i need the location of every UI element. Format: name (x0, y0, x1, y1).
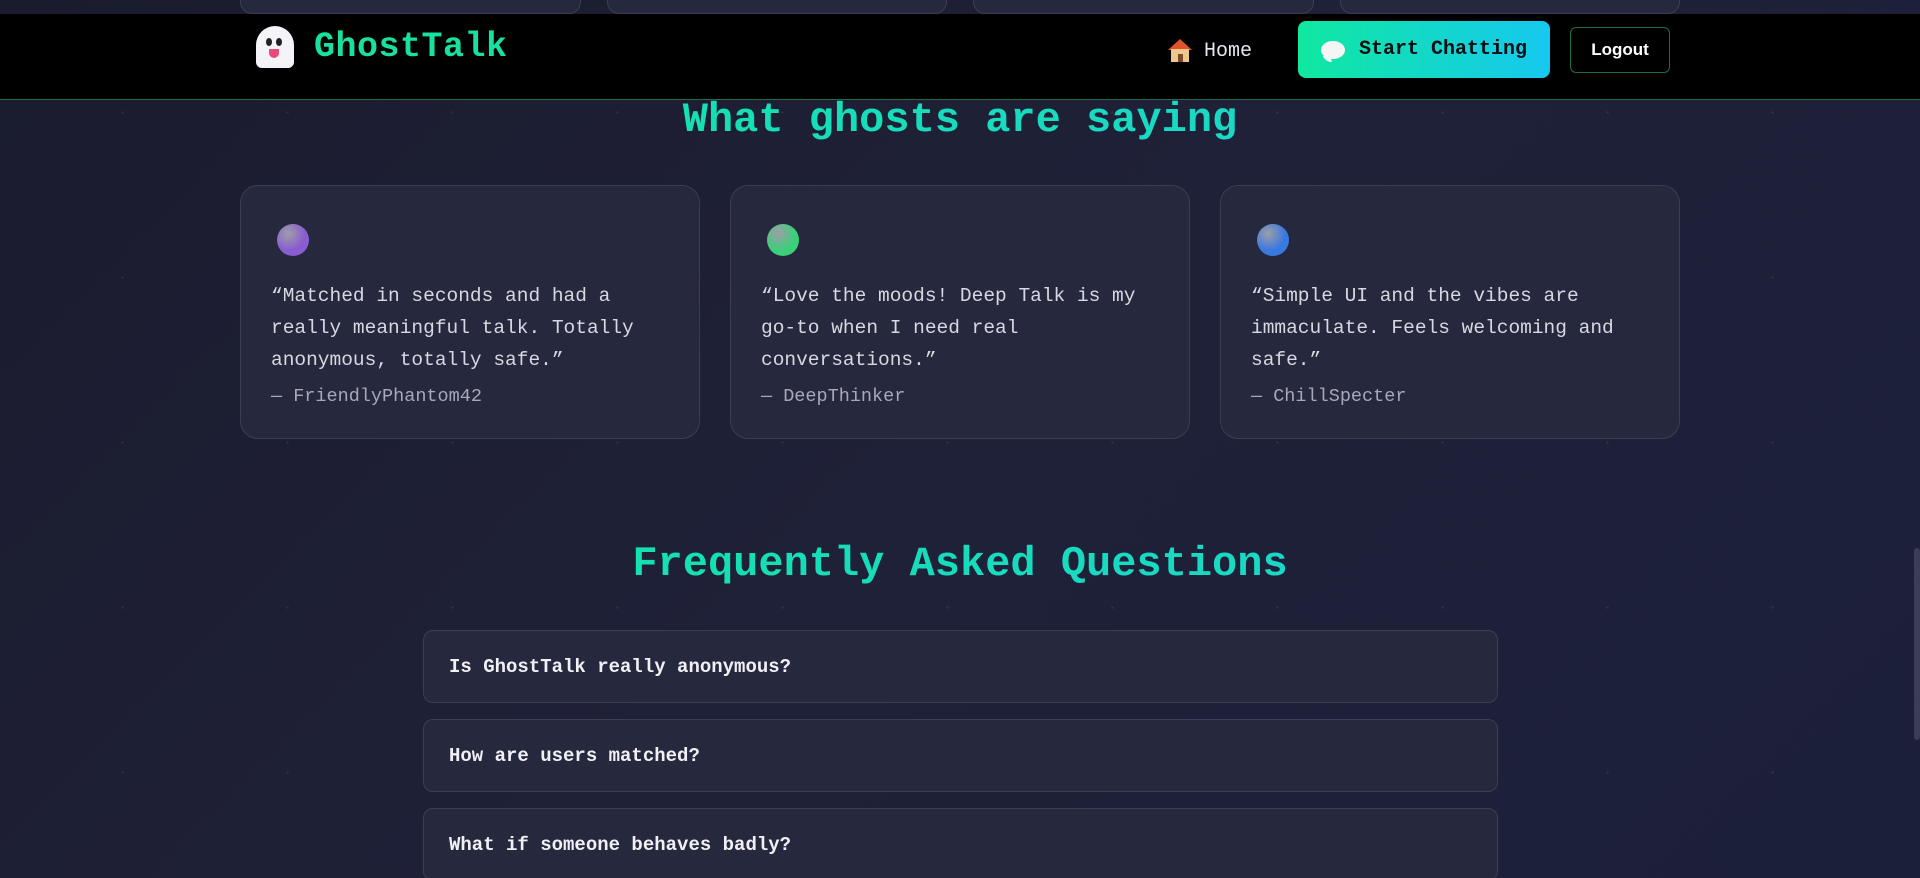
start-chatting-button[interactable]: Start Chatting (1298, 21, 1550, 78)
testimonial-card: “Love the moods! Deep Talk is my go-to w… (730, 185, 1190, 439)
house-icon (1168, 39, 1192, 63)
brand-logo[interactable]: GhostTalk (254, 24, 508, 70)
faq-question[interactable]: How are users matched? (423, 719, 1498, 792)
testimonial-quote: “Matched in seconds and had a really mea… (271, 285, 634, 371)
testimonial-card: “Matched in seconds and had a really mea… (240, 185, 700, 439)
partial-card (606, 0, 947, 14)
faq-list: Is GhostTalk really anonymous? How are u… (423, 630, 1498, 878)
faq-question[interactable]: Is GhostTalk really anonymous? (423, 630, 1498, 703)
testimonials-title: What ghosts are saying (0, 96, 1920, 144)
nav-home-link[interactable]: Home (1168, 36, 1252, 66)
faq-title: Frequently Asked Questions (0, 540, 1920, 588)
testimonial-card: “Simple UI and the vibes are immaculate.… (1220, 185, 1680, 439)
partial-card (240, 0, 581, 14)
testimonial-author: — FriendlyPhantom42 (271, 386, 482, 407)
testimonial-author: — ChillSpecter (1251, 386, 1407, 407)
partial-card (973, 0, 1314, 14)
nav-home-label: Home (1204, 39, 1253, 63)
brand-name: GhostTalk (314, 27, 508, 67)
avatar (1257, 224, 1289, 256)
testimonial-quote: “Love the moods! Deep Talk is my go-to w… (761, 285, 1136, 371)
testimonial-quote: “Simple UI and the vibes are immaculate.… (1251, 285, 1614, 371)
ghost-icon (254, 24, 296, 70)
avatar (277, 224, 309, 256)
navbar: GhostTalk Home Start Chatting Logout (0, 14, 1920, 100)
testimonial-author: — DeepThinker (761, 386, 906, 407)
avatar (767, 224, 799, 256)
partial-card (1339, 0, 1680, 14)
chat-bubble-icon (1320, 40, 1345, 59)
logout-button[interactable]: Logout (1570, 27, 1670, 73)
partial-cards-row (240, 0, 1680, 14)
start-chatting-label: Start Chatting (1358, 38, 1528, 61)
faq-question[interactable]: What if someone behaves badly? (423, 808, 1498, 878)
scrollbar-thumb[interactable] (1914, 548, 1920, 740)
testimonials-list: “Matched in seconds and had a really mea… (240, 185, 1680, 439)
